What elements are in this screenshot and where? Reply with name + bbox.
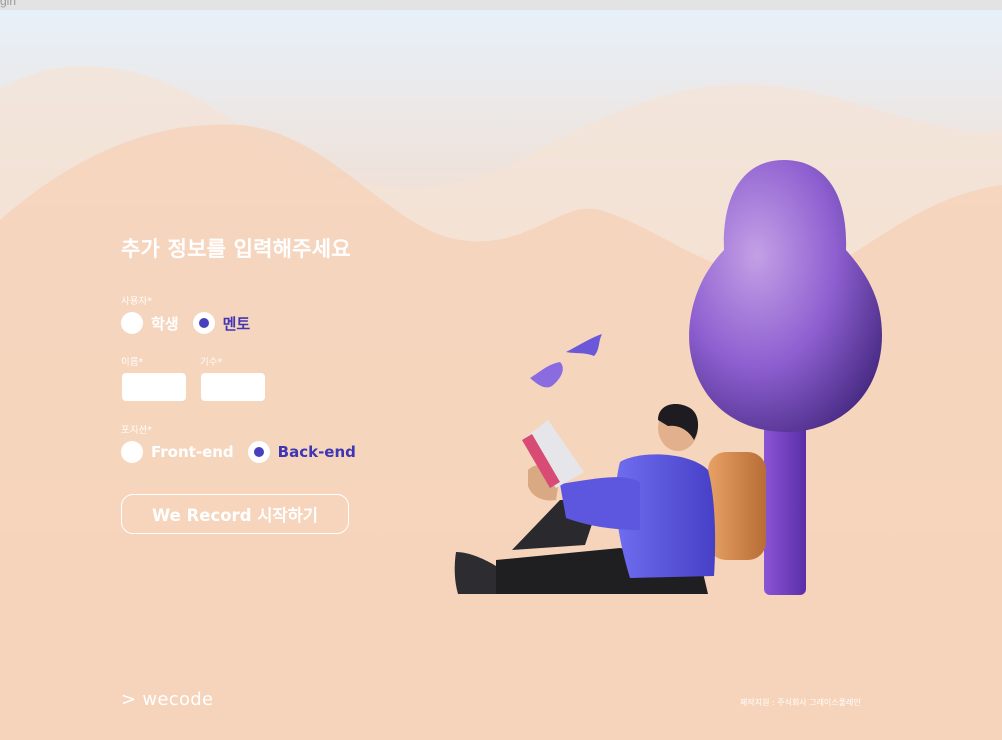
radio-student-circle[interactable] <box>121 312 143 334</box>
name-label: 이름* <box>121 357 144 368</box>
start-button[interactable]: We Record 시작하기 <box>121 494 349 534</box>
position-radio-group: Front-end Back-end <box>121 439 370 465</box>
radio-front-end-circle[interactable] <box>121 441 143 463</box>
position-label: 포지션* <box>121 425 152 436</box>
name-input[interactable] <box>122 373 186 401</box>
user-type-radio-group: 학생 멘토 <box>121 310 264 336</box>
wecode-logo: > wecode <box>121 689 214 710</box>
radio-back-end-circle[interactable] <box>247 441 270 463</box>
radio-front-end[interactable]: Front-end <box>121 441 234 463</box>
window-title-fragment: gin <box>0 0 17 8</box>
backpack <box>708 452 766 560</box>
generation-input[interactable] <box>201 373 265 401</box>
radio-student[interactable]: 학생 <box>121 312 179 334</box>
browser-tab-strip: gin <box>0 0 1002 10</box>
generation-label: 기수* <box>200 357 223 368</box>
tree-canopy <box>689 160 882 432</box>
student-reading-under-tree-illustration <box>454 160 882 595</box>
tree-trunk <box>764 425 806 595</box>
user-type-label: 사용자* <box>121 296 152 307</box>
radio-student-label[interactable]: 학생 <box>151 313 179 334</box>
bird-icon <box>566 334 602 356</box>
radio-back-end-label[interactable]: Back-end <box>278 443 356 461</box>
footer-copyright: 제작지원 : 주식회사 그레이스풀레인 <box>740 698 861 707</box>
radio-mentor-circle[interactable] <box>192 312 215 334</box>
radio-mentor-label[interactable]: 멘토 <box>223 313 251 334</box>
form-title: 추가 정보를 입력해주세요 <box>121 237 351 261</box>
radio-mentor[interactable]: 멘토 <box>192 312 251 334</box>
radio-front-end-label[interactable]: Front-end <box>151 443 234 461</box>
radio-back-end[interactable]: Back-end <box>247 441 356 463</box>
shoe <box>454 552 496 594</box>
bird-icon <box>530 362 563 388</box>
